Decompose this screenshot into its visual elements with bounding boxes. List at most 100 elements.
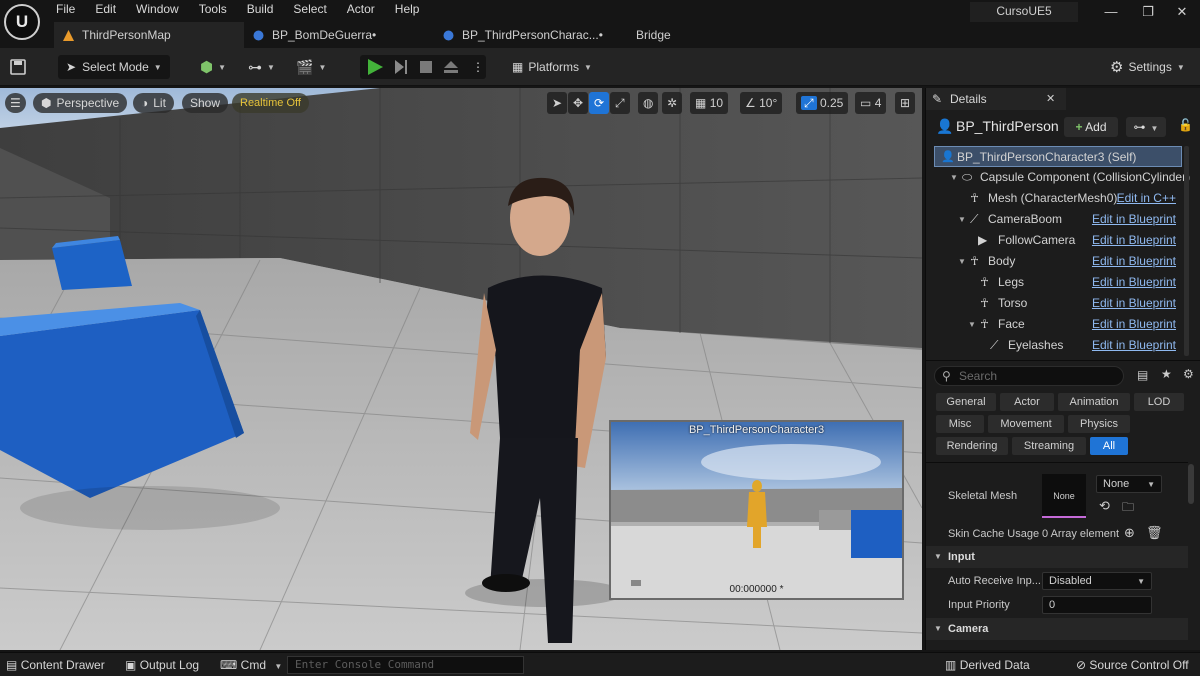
- search-input[interactable]: ⚲ Search: [934, 366, 1124, 386]
- perspective-button[interactable]: ⬢ Perspective: [33, 93, 128, 113]
- maximize-icon[interactable]: ❐: [1133, 3, 1163, 21]
- edit-link[interactable]: Edit in Blueprint: [1092, 251, 1176, 272]
- output-log-icon: ▣: [125, 658, 137, 672]
- category-actor[interactable]: Actor: [1000, 393, 1054, 411]
- edit-link[interactable]: Edit in Blueprint: [1092, 335, 1176, 356]
- more-options-icon[interactable]: ⋮: [472, 55, 484, 79]
- tab-thirdpersonmap[interactable]: ThirdPersonMap: [54, 22, 244, 48]
- realtime-off-badge[interactable]: Realtime Off: [232, 93, 309, 113]
- reset-arrow-icon[interactable]: ⟲: [1099, 498, 1110, 514]
- section-input[interactable]: ▼ Input: [926, 546, 1188, 568]
- play-icon[interactable]: [366, 55, 384, 79]
- category-movement[interactable]: Movement: [988, 415, 1064, 433]
- tree-row[interactable]: BP_ThirdPersonCharacter3 (Self) 👤: [934, 146, 1182, 167]
- menu-build[interactable]: Build: [237, 0, 284, 18]
- tree-row[interactable]: ▼ ⬭ Capsule Component (CollisionCylinder…: [926, 167, 1190, 188]
- details-scrollbar[interactable]: [1188, 464, 1194, 504]
- translate-tool-icon[interactable]: ✥: [568, 92, 589, 114]
- minimize-icon[interactable]: —: [1096, 3, 1126, 21]
- source-control-button[interactable]: ⊘ Source Control Off: [1076, 657, 1189, 673]
- edit-link[interactable]: Edit in C++: [1117, 188, 1176, 209]
- step-icon[interactable]: [394, 55, 408, 79]
- surface-snap-icon[interactable]: ✲: [662, 92, 683, 114]
- viewport-menu-button[interactable]: ☰: [5, 93, 26, 113]
- tree-row[interactable]: ▶ FollowCamera Edit in Blueprint: [926, 230, 1184, 251]
- tab-bp-thirdpersoncharacter[interactable]: BP_ThirdPersonCharac...•: [434, 22, 624, 48]
- unlock-icon[interactable]: 🔓: [1178, 118, 1193, 132]
- derived-data-button[interactable]: ▥ Derived Data: [945, 657, 1030, 673]
- stop-icon[interactable]: [419, 55, 433, 79]
- add-component-button[interactable]: + Add: [1064, 117, 1118, 137]
- add-actor-button[interactable]: ⬢ ▼: [200, 55, 226, 79]
- rotation-snap-button[interactable]: ∠ 10°: [740, 92, 783, 114]
- blueprint-options-button[interactable]: ⊶ ▼: [1126, 117, 1166, 137]
- tab-bp-bomdeguerra[interactable]: BP_BomDeGuerra•: [244, 22, 434, 48]
- tree-scrollbar[interactable]: [1184, 146, 1189, 356]
- tree-row[interactable]: ☥ Legs Edit in Blueprint: [926, 272, 1184, 293]
- edit-link[interactable]: Edit in Blueprint: [1092, 272, 1176, 293]
- details-tab[interactable]: ✎ Details: [926, 88, 1066, 110]
- save-icon[interactable]: [10, 55, 26, 79]
- section-camera[interactable]: ▼ Camera: [926, 618, 1188, 640]
- category-rendering[interactable]: Rendering: [936, 437, 1008, 455]
- tree-row[interactable]: ☥ Torso Edit in Blueprint: [926, 293, 1184, 314]
- category-streaming[interactable]: Streaming: [1012, 437, 1086, 455]
- menu-window[interactable]: Window: [126, 0, 189, 18]
- auto-receive-input-dropdown[interactable]: Disabled ▼: [1042, 572, 1152, 590]
- menu-actor[interactable]: Actor: [337, 0, 385, 18]
- tree-row[interactable]: ☥ Mesh (CharacterMesh0) Edit in C++: [926, 188, 1184, 209]
- add-element-icon[interactable]: ⊕: [1124, 525, 1135, 541]
- blueprints-button[interactable]: ⊶ ▼: [248, 55, 275, 79]
- settings-button[interactable]: ⚙ Settings ▼: [1110, 55, 1185, 79]
- gear-icon[interactable]: ⚙: [1183, 367, 1194, 381]
- lit-button[interactable]: ◑ Lit: [133, 93, 174, 113]
- cmd-dropdown[interactable]: ⌨ Cmd ▼: [220, 657, 282, 673]
- browse-folder-icon[interactable]: 🗀: [1122, 498, 1134, 519]
- table-view-icon[interactable]: ▤: [1137, 368, 1148, 382]
- output-log-button[interactable]: ▣ Output Log: [125, 657, 199, 673]
- tree-row[interactable]: ⟋ Eyelashes Edit in Blueprint: [926, 335, 1184, 356]
- category-animation[interactable]: Animation: [1058, 393, 1130, 411]
- scale-tool-icon[interactable]: ⤢: [610, 92, 630, 114]
- unreal-logo-icon[interactable]: U: [4, 4, 40, 40]
- input-priority-field[interactable]: 0: [1042, 596, 1152, 614]
- show-button[interactable]: Show: [182, 93, 229, 113]
- content-drawer-button[interactable]: ▤ Content Drawer: [6, 657, 105, 673]
- skeletal-mesh-dropdown[interactable]: None ▼: [1096, 475, 1162, 493]
- eject-icon[interactable]: [443, 55, 459, 79]
- select-mode-dropdown[interactable]: ➤ Select Mode ▼: [58, 55, 170, 79]
- camera-speed-button[interactable]: ▭ 4: [855, 92, 887, 114]
- console-input[interactable]: Enter Console Command: [287, 656, 524, 674]
- menu-select[interactable]: Select: [283, 0, 336, 18]
- menu-edit[interactable]: Edit: [85, 0, 126, 18]
- world-space-icon[interactable]: ◍: [638, 92, 659, 114]
- menu-tools[interactable]: Tools: [189, 0, 237, 18]
- edit-link[interactable]: Edit in Blueprint: [1092, 209, 1176, 230]
- edit-link[interactable]: Edit in Blueprint: [1092, 314, 1176, 335]
- category-lod[interactable]: LOD: [1134, 393, 1184, 411]
- viewport-layout-icon[interactable]: ⊞: [895, 92, 916, 114]
- select-tool-icon[interactable]: ➤: [547, 92, 568, 114]
- category-general[interactable]: General: [936, 393, 996, 411]
- edit-link[interactable]: Edit in Blueprint: [1092, 293, 1176, 314]
- menu-help[interactable]: Help: [385, 0, 430, 18]
- tree-row[interactable]: ▼ ☥ Face Edit in Blueprint: [926, 314, 1184, 335]
- menu-file[interactable]: File: [46, 0, 85, 18]
- category-all[interactable]: All: [1090, 437, 1128, 455]
- close-window-icon[interactable]: ✕: [1167, 3, 1197, 21]
- mesh-thumbnail[interactable]: None: [1042, 474, 1086, 518]
- tab-bridge[interactable]: Bridge: [624, 22, 714, 48]
- scale-snap-button[interactable]: ⤢ 0.25: [796, 92, 849, 114]
- close-icon[interactable]: ✕: [1046, 88, 1055, 110]
- category-physics[interactable]: Physics: [1068, 415, 1130, 433]
- rotate-tool-icon[interactable]: ⟳: [589, 92, 610, 114]
- tree-row[interactable]: ▼ ⟋ CameraBoom Edit in Blueprint: [926, 209, 1184, 230]
- star-icon[interactable]: ★: [1161, 367, 1172, 381]
- edit-link[interactable]: Edit in Blueprint: [1092, 230, 1176, 251]
- category-misc[interactable]: Misc: [936, 415, 984, 433]
- tree-row[interactable]: ▼ ☥ Body Edit in Blueprint: [926, 251, 1184, 272]
- cinematics-button[interactable]: 🎬 ▼: [296, 55, 326, 79]
- trash-icon[interactable]: 🗑: [1146, 525, 1163, 541]
- platforms-dropdown[interactable]: ▦ Platforms ▼: [512, 55, 592, 79]
- grid-snap-button[interactable]: ▦ 10: [690, 92, 729, 114]
